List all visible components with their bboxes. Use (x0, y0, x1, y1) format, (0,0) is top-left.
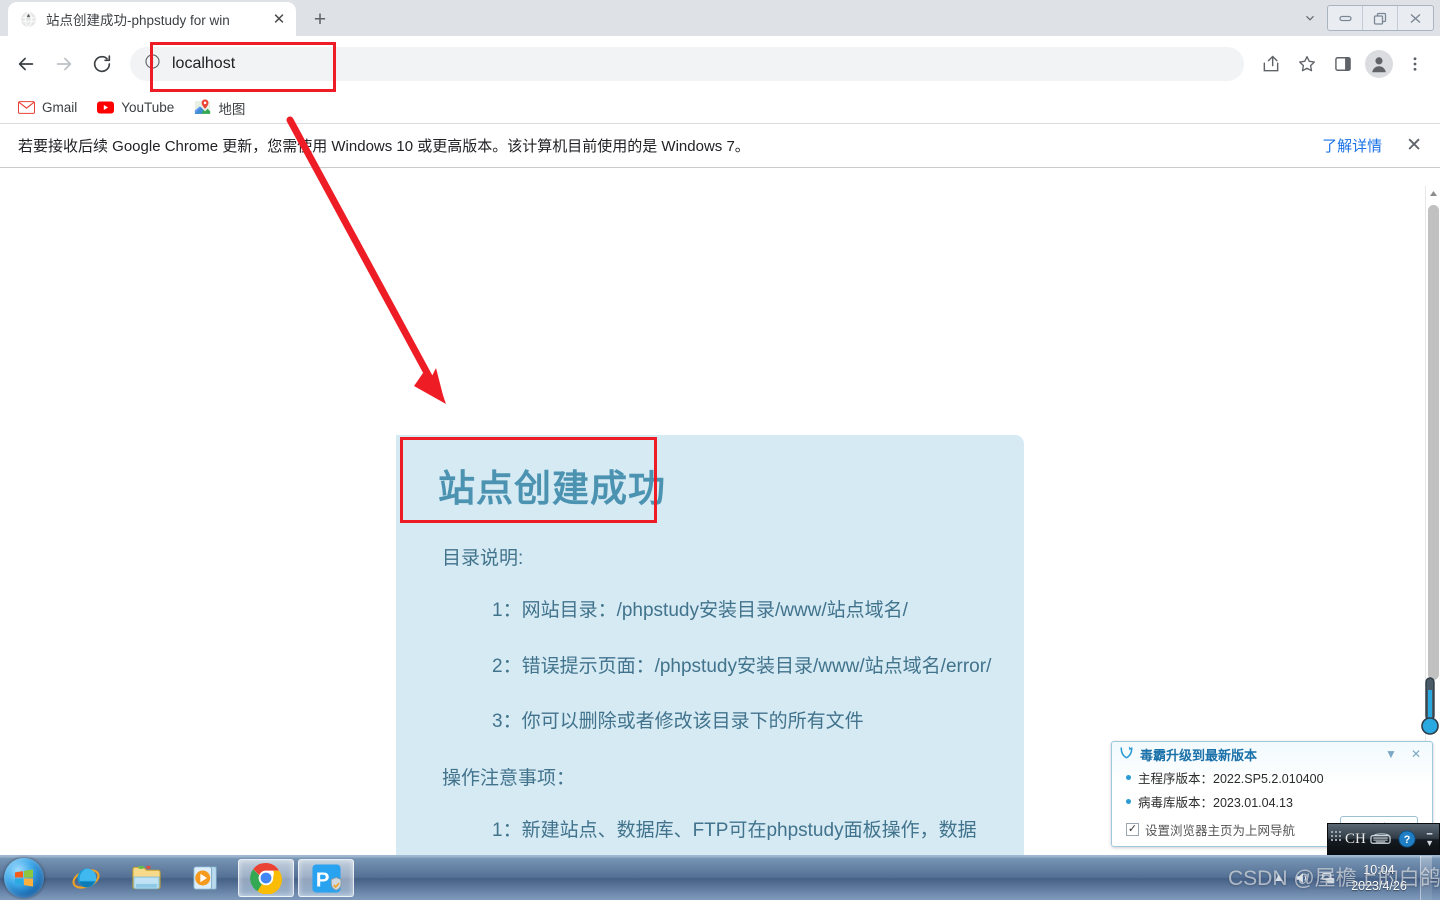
bullet-icon (1126, 799, 1131, 804)
directory-item: 1：网站目录：/phpstudy安装目录/www/站点域名/ (492, 600, 908, 622)
tab-strip: 站点创建成功-phpstudy for win ✕ + (0, 0, 1440, 36)
notes-item: 1：新建站点、数据库、FTP可在phpstudy面板操作，数据 (492, 819, 977, 841)
bookmarks-bar: Gmail YouTube 地图 (0, 92, 1440, 124)
clock-date: 2023/4/26 (1351, 879, 1407, 893)
network-icon[interactable] (1320, 869, 1338, 887)
site-success-panel: 站点创建成功 目录说明: 1：网站目录：/phpstudy安装目录/www/站点… (396, 435, 1024, 855)
profile-avatar-icon[interactable] (1362, 47, 1396, 81)
keyboard-icon[interactable] (1370, 829, 1392, 849)
taskbar-clock[interactable]: 10:04 2023/4/26 (1347, 862, 1411, 894)
popup-header: 毒霸升级到最新版本 ▼ ✕ (1112, 742, 1432, 766)
internet-explorer-icon[interactable] (58, 859, 114, 897)
langbar-resize-controls[interactable]: ━ ▼ (1425, 830, 1436, 848)
screen: 站点创建成功-phpstudy for win ✕ + localhost Gm… (0, 0, 1440, 900)
browser-tab[interactable]: 站点创建成功-phpstudy for win ✕ (8, 2, 296, 36)
page-title: 站点创建成功 (438, 468, 666, 509)
info-circle-icon[interactable] (144, 53, 161, 75)
browser-toolbar: localhost (0, 36, 1440, 92)
bookmark-youtube[interactable]: YouTube (89, 95, 182, 120)
avatar (1365, 50, 1393, 78)
address-bar[interactable]: localhost (130, 47, 1244, 81)
phpstudy-icon[interactable]: P (298, 859, 354, 897)
tray-expand-icon[interactable]: ▲ (1273, 872, 1284, 884)
bookmark-gmail[interactable]: Gmail (10, 95, 85, 120)
scrollbar-thumb[interactable] (1428, 205, 1439, 680)
section-heading-notes: 操作注意事项： (442, 767, 576, 789)
homepage-checkbox[interactable]: ✓ (1126, 823, 1139, 836)
tab-title: 站点创建成功-phpstudy for win (46, 13, 230, 28)
side-panel-icon[interactable] (1326, 47, 1360, 81)
infobar-close-icon[interactable]: ✕ (1406, 136, 1422, 155)
homepage-checkbox-label: 设置浏览器主页为上网导航 (1145, 824, 1296, 838)
system-tray: ▲ 10:04 2023/4/26 (1273, 856, 1440, 900)
new-tab-button[interactable]: + (306, 5, 334, 33)
tabstrip-right-controls (1293, 0, 1440, 36)
popup-minimize-icon[interactable]: ▼ (1381, 747, 1401, 761)
window-controls (1327, 5, 1434, 31)
start-button[interactable] (4, 858, 44, 898)
popup-version-list: 主程序版本：2022.SP5.2.010400 病毒库版本：2023.01.04… (1112, 766, 1432, 811)
bullet-icon (1126, 775, 1131, 780)
chrome-browser-window: 站点创建成功-phpstudy for win ✕ + localhost Gm… (0, 0, 1440, 855)
file-explorer-icon[interactable] (118, 859, 174, 897)
globe-icon (20, 11, 37, 28)
update-infobar: 若要接收后续 Google Chrome 更新，您需使用 Windows 10 … (0, 124, 1440, 168)
taskbar-items: P (58, 859, 354, 897)
popup-close-icon[interactable]: ✕ (1407, 747, 1425, 761)
gmail-icon (18, 99, 35, 116)
minimize-icon[interactable] (1328, 6, 1363, 30)
media-player-icon[interactable] (178, 859, 234, 897)
popup-title: 毒霸升级到最新版本 (1140, 747, 1258, 763)
share-icon[interactable] (1254, 47, 1288, 81)
youtube-icon (97, 99, 115, 116)
svg-text:P: P (315, 869, 329, 891)
help-icon[interactable]: ? (1396, 829, 1418, 849)
bookmark-label: Gmail (42, 100, 78, 115)
chevron-down-icon[interactable] (1293, 0, 1327, 36)
close-icon[interactable] (1398, 6, 1433, 30)
svg-text:?: ? (1404, 834, 1411, 846)
duba-icon (1119, 745, 1134, 763)
restore-icon[interactable] (1363, 6, 1398, 30)
address-bar-input[interactable]: localhost (172, 55, 235, 73)
bookmark-maps[interactable]: 地图 (186, 94, 253, 122)
star-icon[interactable] (1290, 47, 1324, 81)
version-text: 病毒库版本：2023.01.04.13 (1138, 796, 1293, 810)
version-row: 主程序版本：2022.SP5.2.010400 (1126, 768, 1432, 787)
bookmark-label: YouTube (121, 100, 175, 115)
expand-icon[interactable]: ▼ (1425, 839, 1434, 848)
version-row: 病毒库版本：2023.01.04.13 (1126, 792, 1432, 811)
back-arrow-icon[interactable] (8, 46, 44, 82)
clock-time: 10:04 (1363, 863, 1395, 877)
windows-taskbar: P ▲ 10:04 2023/4/26 (0, 855, 1440, 900)
reload-icon[interactable] (84, 46, 120, 82)
thermometer-cursor-icon (1421, 676, 1440, 743)
forward-arrow-icon[interactable] (46, 46, 82, 82)
drag-grip-icon[interactable] (1331, 831, 1341, 847)
infobar-learn-more-link[interactable]: 了解详情 (1322, 135, 1382, 156)
bookmark-label: 地图 (218, 101, 246, 117)
ime-language-bar[interactable]: CH ? ━ ▼ (1327, 823, 1440, 855)
more-menu-icon[interactable] (1398, 47, 1432, 81)
show-desktop-button[interactable] (1420, 856, 1432, 900)
infobar-message: 若要接收后续 Google Chrome 更新，您需使用 Windows 10 … (18, 138, 750, 155)
maps-icon (194, 99, 211, 116)
version-text: 主程序版本：2022.SP5.2.010400 (1138, 772, 1324, 786)
directory-item: 2：错误提示页面：/phpstudy安装目录/www/站点域名/error/ (492, 655, 992, 677)
ime-mode-label[interactable]: CH (1345, 831, 1366, 848)
tab-close-icon[interactable]: ✕ (270, 10, 288, 28)
section-heading-directory: 目录说明: (442, 548, 524, 570)
volume-icon[interactable] (1293, 869, 1311, 887)
directory-item: 3：你可以删除或者修改该目录下的所有文件 (492, 711, 864, 733)
toolbar-icon-group (1254, 47, 1432, 81)
scroll-up-icon[interactable] (1426, 186, 1440, 201)
google-chrome-icon[interactable] (238, 859, 294, 897)
